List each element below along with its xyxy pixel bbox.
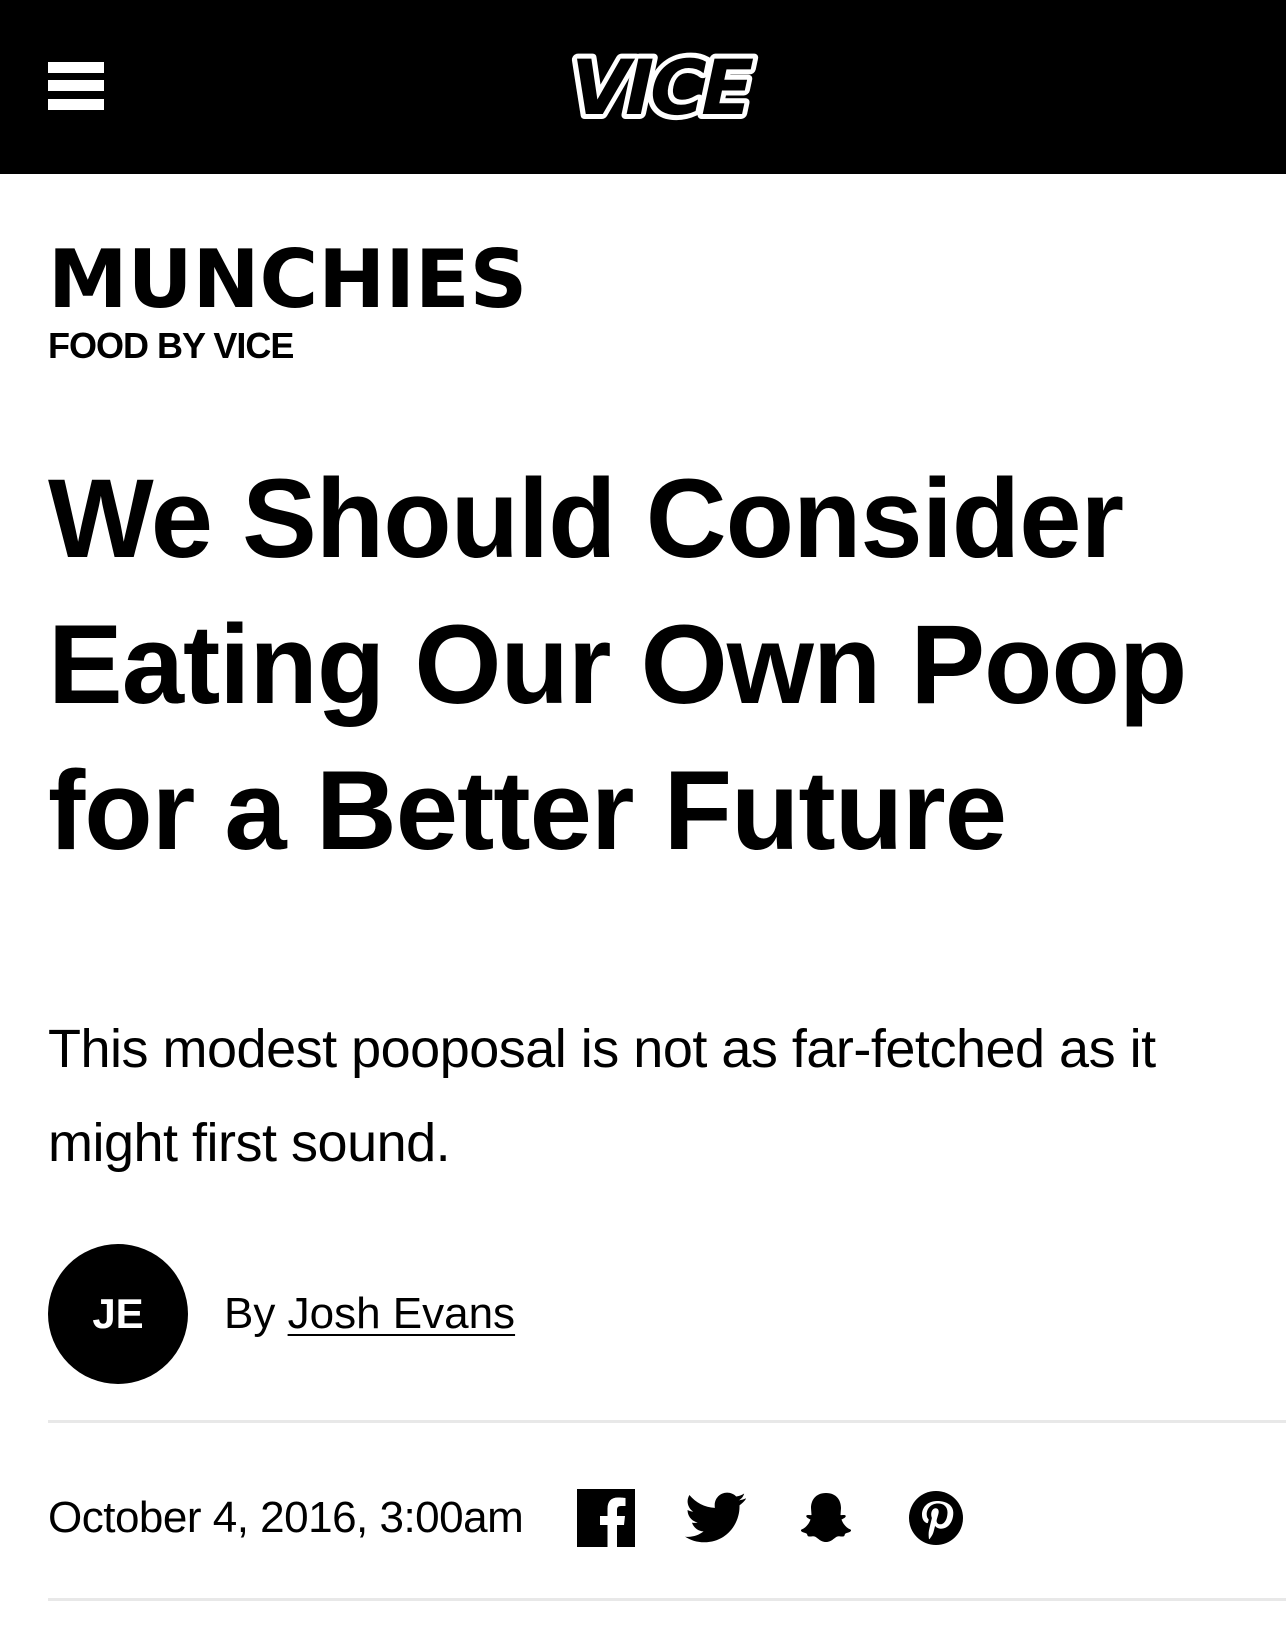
author-link[interactable]: Josh Evans (288, 1289, 515, 1338)
divider (48, 1598, 1286, 1601)
menu-bar (48, 80, 104, 91)
twitter-icon[interactable] (685, 1487, 747, 1549)
section-brand[interactable]: MUNCHIES FOOD BY VICE (48, 238, 527, 366)
snapchat-icon[interactable] (795, 1487, 857, 1549)
menu-bar (48, 99, 104, 110)
article-meta: October 4, 2016, 3:00am (48, 1478, 1015, 1558)
byline-text: By Josh Evans (224, 1289, 515, 1339)
divider (48, 1420, 1286, 1423)
menu-bar (48, 62, 104, 73)
publish-date: October 4, 2016, 3:00am (48, 1493, 524, 1542)
hamburger-menu-icon[interactable] (48, 62, 104, 110)
vice-logo-mark: VICE (556, 40, 763, 136)
section-name: MUNCHIES (48, 233, 528, 326)
vice-logo-text: VICE (561, 45, 758, 133)
share-buttons (575, 1487, 1015, 1549)
vice-logo[interactable]: VICE (528, 40, 798, 136)
article-dek: This modest pooposal is not as far-fetch… (48, 1019, 1156, 1173)
site-header: VICE (0, 0, 1286, 174)
pinterest-icon[interactable] (905, 1487, 967, 1549)
section-tagline: FOOD BY VICE (48, 325, 294, 366)
byline: JE By Josh Evans (48, 1244, 515, 1384)
by-label: By (224, 1289, 276, 1338)
article-headline: We Should Consider Eating Our Own Poop f… (48, 456, 1187, 873)
author-avatar[interactable]: JE (48, 1244, 188, 1384)
facebook-icon[interactable] (575, 1487, 637, 1549)
